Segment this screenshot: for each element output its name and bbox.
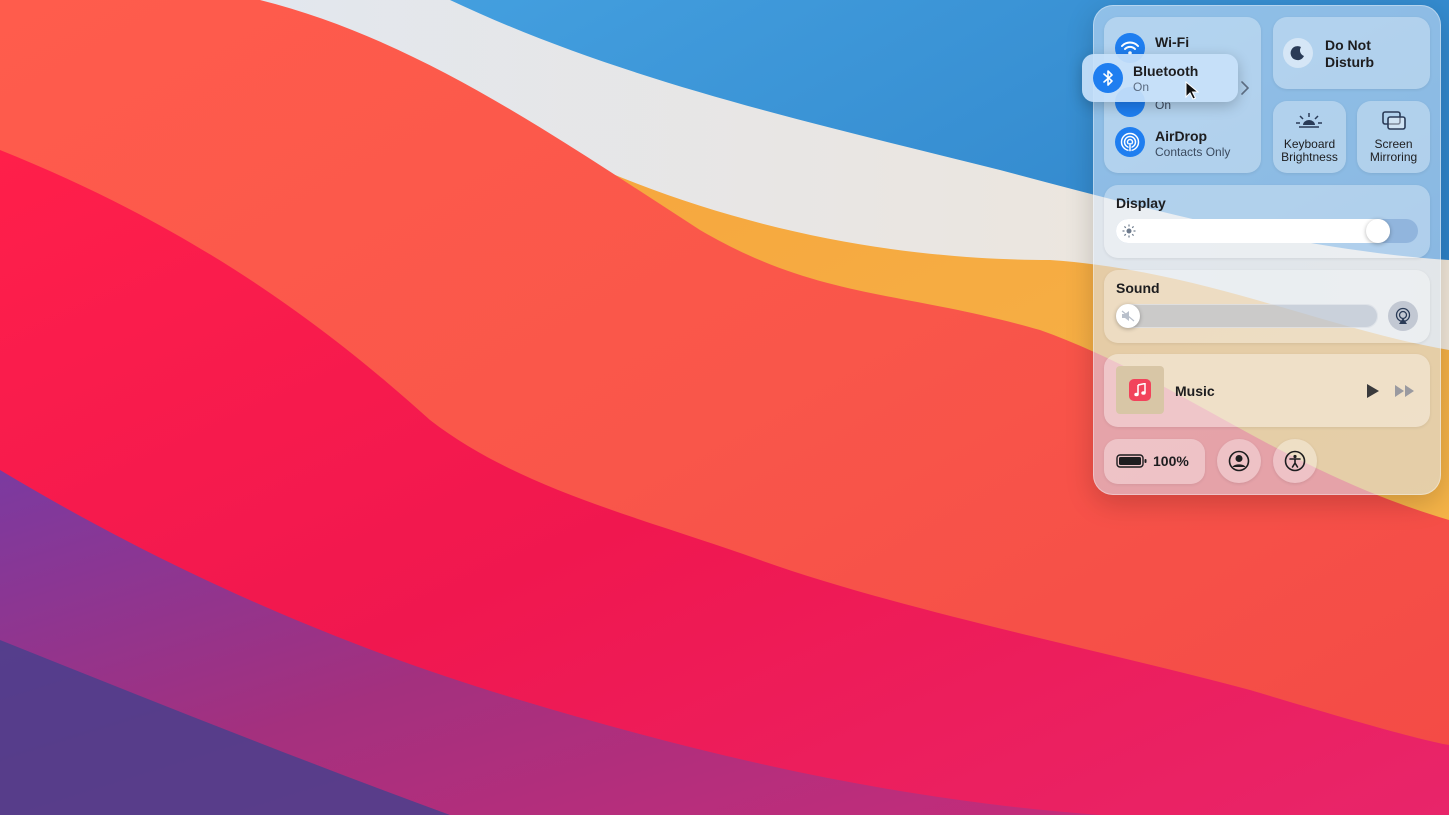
display-brightness-knob[interactable] [1366, 219, 1391, 243]
album-art[interactable] [1116, 366, 1164, 414]
accessibility-button[interactable] [1273, 439, 1317, 483]
display-tile: Display [1104, 185, 1430, 258]
music-app-icon [1129, 379, 1151, 401]
bluetooth-button[interactable] [1093, 63, 1123, 93]
music-note-icon [1134, 383, 1146, 397]
screen-mirroring-tile[interactable]: Screen Mirroring [1357, 101, 1430, 173]
dnd-label-line2: Disturb [1325, 54, 1374, 70]
sun-icon [1122, 224, 1136, 238]
battery-icon [1116, 454, 1147, 468]
accessibility-icon [1284, 450, 1306, 472]
airdrop-status: Contacts Only [1155, 145, 1231, 159]
display-brightness-slider[interactable] [1116, 219, 1418, 243]
sound-tile: Sound [1104, 270, 1430, 343]
do-not-disturb-tile[interactable]: Do Not Disturb [1273, 17, 1430, 89]
airplay-audio-button[interactable] [1388, 301, 1418, 331]
bluetooth-status: On [1133, 80, 1150, 94]
keyboard-brightness-icon [1296, 113, 1322, 128]
fast-forward-icon[interactable] [1394, 384, 1416, 398]
sound-label: Sound [1116, 280, 1160, 296]
user-switch-button[interactable] [1217, 439, 1261, 483]
mouse-cursor-icon [1185, 81, 1199, 100]
screen-mirroring-icon [1382, 111, 1406, 130]
airdrop-label: AirDrop [1155, 128, 1208, 144]
display-brightness-fill [1116, 219, 1391, 243]
mute-icon [1121, 310, 1135, 322]
music-tile: Music [1104, 354, 1430, 427]
moon-icon [1290, 46, 1304, 61]
battery-tile[interactable]: 100% [1104, 439, 1205, 484]
airplay-audio-icon [1395, 307, 1411, 324]
screen-mirroring-label-line2: Mirroring [1369, 150, 1418, 164]
keyboard-brightness-tile[interactable]: Keyboard Brightness [1273, 101, 1346, 173]
sound-volume-knob[interactable] [1116, 304, 1140, 328]
airdrop-icon [1120, 132, 1140, 152]
wifi-label: Wi-Fi [1155, 34, 1190, 50]
sound-volume-slider[interactable] [1116, 304, 1378, 328]
moon-button[interactable] [1283, 38, 1313, 68]
bluetooth-popup[interactable]: Bluetooth On [1082, 54, 1238, 102]
display-label: Display [1116, 195, 1166, 211]
battery-percent: 100% [1153, 453, 1189, 469]
airdrop-button[interactable] [1115, 127, 1145, 157]
music-label: Music [1175, 383, 1215, 399]
user-icon [1228, 450, 1250, 472]
bluetooth-label: Bluetooth [1133, 63, 1199, 79]
dnd-label-line1: Do Not [1325, 37, 1371, 53]
play-icon[interactable] [1365, 383, 1381, 399]
chevron-right-icon[interactable] [1241, 81, 1249, 95]
keyboard-brightness-label-line2: Brightness [1281, 150, 1338, 164]
bluetooth-icon [1103, 70, 1113, 86]
